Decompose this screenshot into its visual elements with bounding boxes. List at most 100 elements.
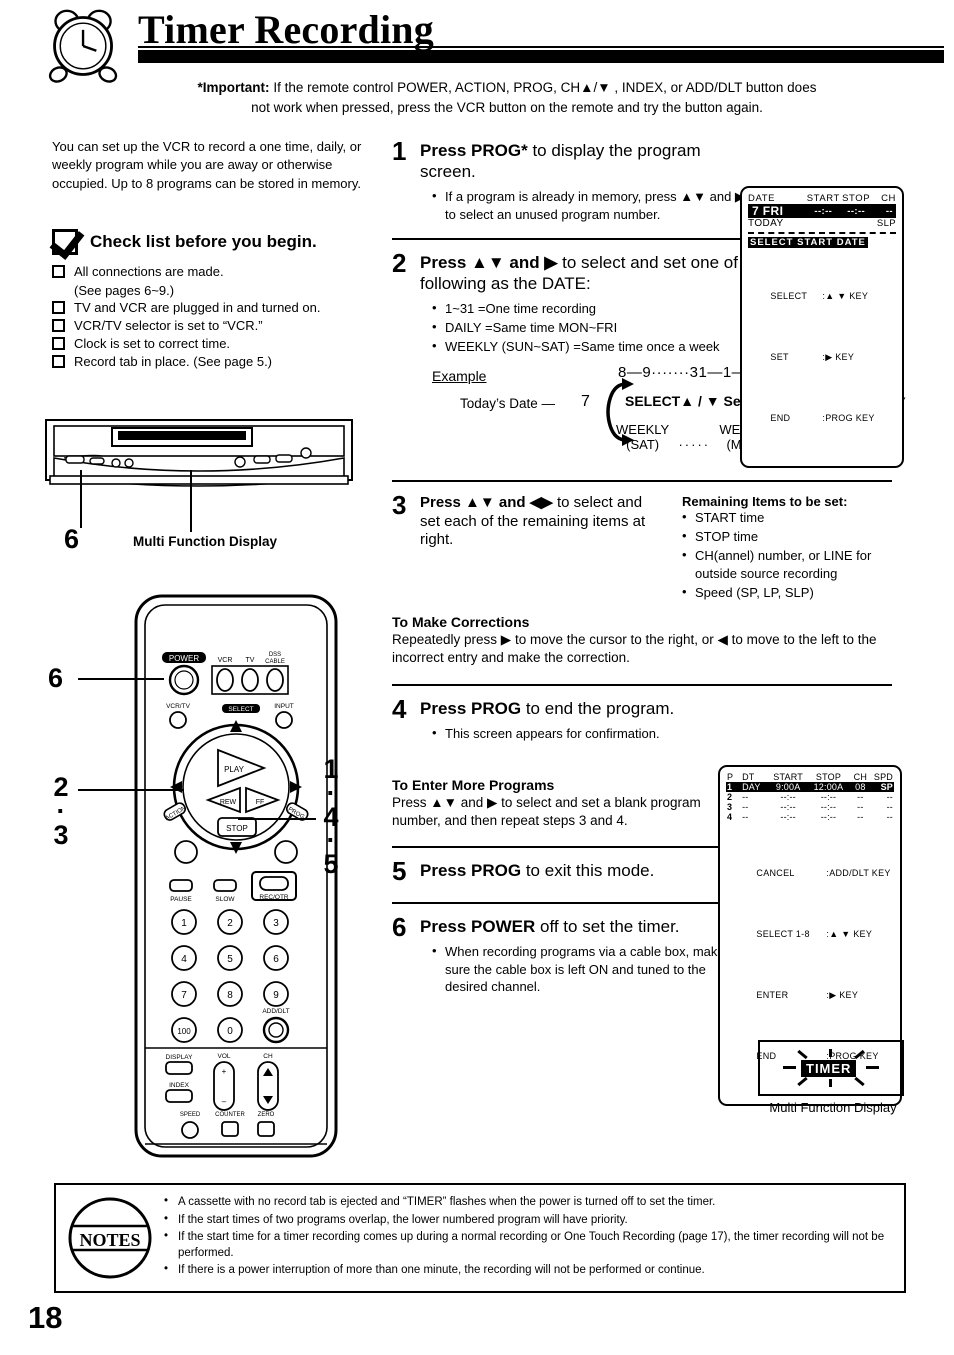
svg-text:POWER: POWER <box>169 654 199 663</box>
bullet-item: When recording programs via a cable box,… <box>432 942 750 997</box>
note-item: A cassette with no record tab is ejected… <box>164 1194 890 1210</box>
col-dt: DT <box>742 772 755 782</box>
important-note: *Important: If the remote control POWER,… <box>112 78 902 117</box>
svg-text:+: + <box>222 1067 227 1076</box>
cell-start: 9:00A <box>775 782 801 792</box>
callout-number-6-remote: 6 <box>48 663 64 693</box>
step-4-bullets: This screen appears for confirmation. <box>420 724 750 743</box>
bullet-item: Speed (SP, LP, SLP) <box>682 583 912 602</box>
svg-text:7: 7 <box>181 990 187 1001</box>
cell-spd: -- <box>886 792 893 802</box>
step-1-heading-bold: Press PROG* <box>420 141 528 160</box>
important-line-2: not work when pressed, press the VCR but… <box>251 99 763 115</box>
divider <box>392 683 892 686</box>
list-item: Clock is set to correct time. <box>52 335 382 352</box>
cell-stop: --:-- <box>820 792 837 802</box>
corrections-title: To Make Corrections <box>392 614 530 630</box>
flash-tick-tl <box>797 1049 808 1060</box>
key-value: :▲ ▼ KEY <box>826 929 873 940</box>
checklist-item-label: Clock is set to correct time. <box>74 335 231 351</box>
today-label: TODAY <box>748 218 784 229</box>
intro-paragraph: You can set up the VCR to record a one t… <box>52 139 362 191</box>
key-value: :ADD/DLT KEY <box>826 868 891 879</box>
cell-stop: --:-- <box>820 812 837 822</box>
cell-dt: -- <box>742 802 749 812</box>
multi-function-display-label: Multi Function Display <box>133 534 277 549</box>
cell-stop: 12:00A <box>813 782 844 792</box>
checkbox-icon[interactable] <box>52 318 65 332</box>
callout-number-2-3: 2 · 3 <box>53 772 69 850</box>
checklist-item-label: VCR/TV selector is set to “VCR.” <box>74 317 263 333</box>
todays-date-label: Today’s Date — <box>460 396 556 411</box>
checklist-item-label: TV and VCR are plugged in and turned on. <box>74 299 321 315</box>
svg-text:ADD/DLT: ADD/DLT <box>262 1008 289 1015</box>
callout-leader-line <box>78 678 164 680</box>
checklist-item-label: All connections are made. <box>74 264 224 280</box>
checkbox-icon[interactable] <box>52 336 65 350</box>
todays-date-text: Today’s Date <box>460 396 538 411</box>
svg-text:INPUT: INPUT <box>274 703 294 710</box>
col-stop: STOP <box>815 772 842 782</box>
col-p: P <box>727 772 734 782</box>
vcr-front-panel-illustration <box>45 419 353 487</box>
key-help-row: SELECT:▲ ▼ KEY <box>748 278 896 314</box>
callout-number-6-vcr: 6 <box>64 524 80 554</box>
flash-tick-bl <box>797 1076 808 1087</box>
callout-leader-line <box>80 470 82 528</box>
cell-spd: SP <box>880 782 893 792</box>
cell-start: --:-- <box>780 802 796 812</box>
example-label: Example <box>432 368 487 384</box>
svg-text:100: 100 <box>177 1027 191 1036</box>
step-number: 1 <box>392 136 407 166</box>
svg-text:VCR/TV: VCR/TV <box>166 703 191 710</box>
table-header-row: P DT START STOP CH SPD <box>726 772 894 782</box>
table-row: TODAY SLP <box>748 218 896 229</box>
list-item: All connections are made. <box>52 263 382 280</box>
callout-leader-line <box>78 789 184 791</box>
svg-text:REW: REW <box>220 799 237 806</box>
svg-text:8: 8 <box>227 990 233 1001</box>
more-programs-text: Press ▲▼ and ▶ to select and set a blank… <box>392 794 701 829</box>
notes-box: NOTES A cassette with no record tab is e… <box>54 1183 906 1293</box>
divider <box>392 480 892 482</box>
example-weekly-sat: WEEKLY (SAT) <box>616 422 670 452</box>
key-help-row: SELECT 1-8:▲ ▼ KEY <box>734 916 894 952</box>
key-name: CANCEL <box>756 868 795 879</box>
step-3: 3 Press ▲▼ and ◀▶ to select and set each… <box>392 490 912 604</box>
svg-text:PAUSE: PAUSE <box>170 896 192 903</box>
key-help-row: ENTER:▶ KEY <box>734 977 894 1013</box>
svg-text:3: 3 <box>273 918 279 929</box>
checklist-item-subtext: (See pages 6~9.) <box>74 282 175 298</box>
checkbox-icon[interactable] <box>52 355 65 369</box>
checkbox-icon[interactable] <box>52 300 65 314</box>
cell-ch: 08 <box>855 782 866 792</box>
col-start: START <box>773 772 803 782</box>
flash-tick-top <box>829 1049 832 1057</box>
step-number: 4 <box>392 693 407 724</box>
svg-text:NOTES: NOTES <box>79 1230 140 1250</box>
svg-text:0: 0 <box>227 1026 233 1037</box>
flash-dash-right <box>866 1066 879 1069</box>
osd-program-screen: DATE START STOP CH 7 FRI --:-- --:-- -- … <box>740 186 904 469</box>
checkbox-icon[interactable] <box>52 265 65 279</box>
osd-confirm-table: P DT START STOP CH SPD 1 DAY 9:00A 12:00… <box>726 772 894 822</box>
row-start-value: --:-- <box>814 205 833 217</box>
flash-tick-tr <box>854 1049 865 1060</box>
col-date: DATE <box>748 193 776 204</box>
cell-stop: --:-- <box>820 802 837 812</box>
flash-tick-bottom <box>829 1079 832 1087</box>
timer-indicator-display: TIMER <box>758 1040 904 1096</box>
important-line-1: If the remote control POWER, ACTION, PRO… <box>273 80 817 95</box>
key-help-row: END:PROG KEY <box>748 400 896 436</box>
svg-text:STOP: STOP <box>226 824 248 833</box>
corrections-text: Repeatedly press ▶ to move the cursor to… <box>392 632 877 666</box>
notes-list: A cassette with no record tab is ejected… <box>164 1194 904 1280</box>
row-stop-value: --:-- <box>847 205 866 217</box>
svg-text:ZERO: ZERO <box>258 1112 275 1118</box>
left-column: You can set up the VCR to record a one t… <box>52 138 382 371</box>
cell-p: 4 <box>727 812 733 822</box>
step-4: 4 Press PROG to end the program. This sc… <box>392 694 912 743</box>
svg-text:CH: CH <box>263 1053 273 1060</box>
svg-text:6: 6 <box>273 954 279 965</box>
key-value: :PROG KEY <box>822 412 875 423</box>
